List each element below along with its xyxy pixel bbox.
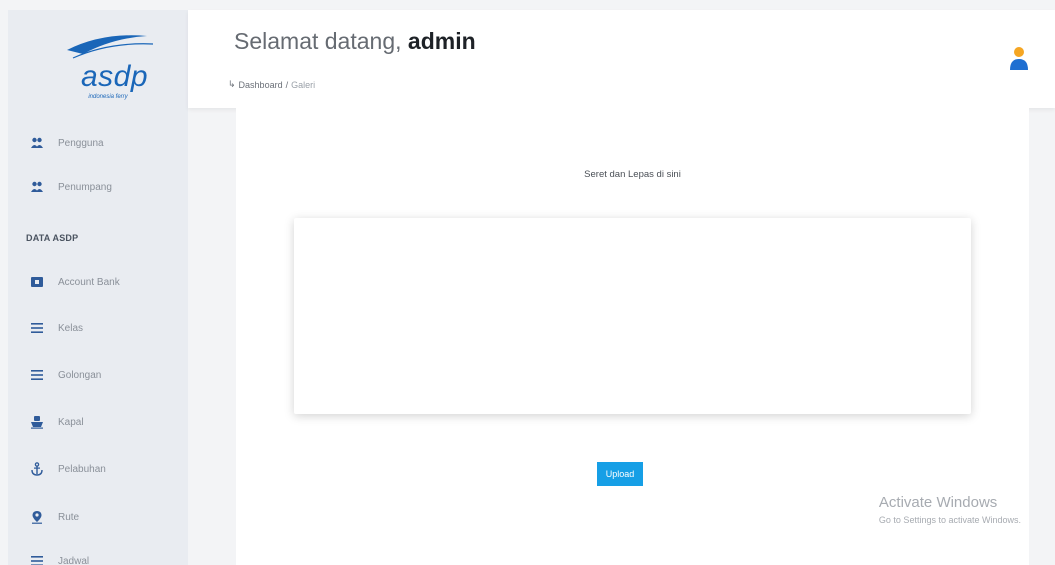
sidebar-item-label: Pengguna bbox=[58, 137, 104, 149]
sidebar-item-rute[interactable]: Rute bbox=[8, 504, 188, 530]
sidebar-item-golongan[interactable]: Golongan bbox=[8, 362, 188, 388]
sidebar-item-label: Pelabuhan bbox=[58, 463, 106, 475]
sidebar-item-label: Kapal bbox=[58, 416, 84, 428]
anchor-icon bbox=[30, 462, 44, 476]
bank-card-icon bbox=[30, 275, 44, 289]
sidebar-item-pengguna[interactable]: Pengguna bbox=[8, 130, 188, 156]
breadcrumb-dashboard-link[interactable]: Dashboard bbox=[239, 80, 283, 90]
sidebar-item-kapal[interactable]: Kapal bbox=[8, 409, 188, 435]
breadcrumb-separator: / bbox=[285, 79, 289, 90]
sidebar-item-label: Penumpang bbox=[58, 181, 112, 193]
page-title: Selamat datang, admin bbox=[234, 28, 476, 55]
sidebar: asdp indonesia ferry Pengguna Penumpang … bbox=[8, 10, 188, 565]
app-root: asdp indonesia ferry Pengguna Penumpang … bbox=[0, 0, 1055, 565]
logo-tagline: indonesia ferry bbox=[88, 94, 128, 100]
users-icon bbox=[30, 180, 44, 194]
sidebar-item-pelabuhan[interactable]: Pelabuhan bbox=[8, 456, 188, 482]
activate-windows-watermark: Activate Windows Go to Settings to activ… bbox=[879, 494, 1021, 525]
map-pin-icon bbox=[30, 510, 44, 524]
username-text: admin bbox=[407, 28, 476, 54]
sidebar-item-penumpang[interactable]: Penumpang bbox=[8, 174, 188, 200]
sidebar-item-label: Account Bank bbox=[58, 276, 120, 288]
sidebar-item-jadwal[interactable]: Jadwal bbox=[8, 548, 188, 565]
sidebar-item-label: Golongan bbox=[58, 369, 102, 381]
list-icon bbox=[30, 321, 44, 335]
list-icon bbox=[30, 554, 44, 565]
logo-text: asdp bbox=[81, 60, 149, 93]
greeting-text: Selamat datang, bbox=[234, 28, 402, 54]
logo-wave-icon bbox=[67, 35, 154, 59]
file-dropzone[interactable] bbox=[294, 218, 971, 414]
user-avatar-icon[interactable] bbox=[1009, 46, 1029, 72]
breadcrumb-arrow-icon: ↳ bbox=[228, 79, 236, 89]
sidebar-item-account-bank[interactable]: Account Bank bbox=[8, 269, 188, 295]
sidebar-item-label: Rute bbox=[58, 511, 80, 523]
list-icon bbox=[30, 368, 44, 382]
users-icon bbox=[30, 136, 44, 150]
breadcrumb-current: Galeri bbox=[291, 79, 316, 90]
breadcrumb: ↳ Dashboard / Galeri bbox=[228, 79, 315, 90]
watermark-subtitle: Go to Settings to activate Windows. bbox=[878, 515, 1021, 525]
dropzone-title: Seret dan Lepas di sini bbox=[584, 169, 681, 180]
ship-icon bbox=[30, 415, 44, 429]
asdp-logo[interactable]: asdp indonesia ferry bbox=[63, 24, 163, 114]
upload-button[interactable]: Upload bbox=[597, 462, 643, 486]
sidebar-item-label: Jadwal bbox=[58, 555, 90, 565]
watermark-title: Activate Windows bbox=[878, 494, 998, 511]
top-header: Selamat datang, admin ↳ Dashboard / Gale… bbox=[188, 10, 1055, 108]
section-title-data-asdp: DATA ASDP bbox=[26, 233, 79, 243]
sidebar-item-kelas[interactable]: Kelas bbox=[8, 315, 188, 341]
sidebar-item-label: Kelas bbox=[58, 322, 84, 334]
